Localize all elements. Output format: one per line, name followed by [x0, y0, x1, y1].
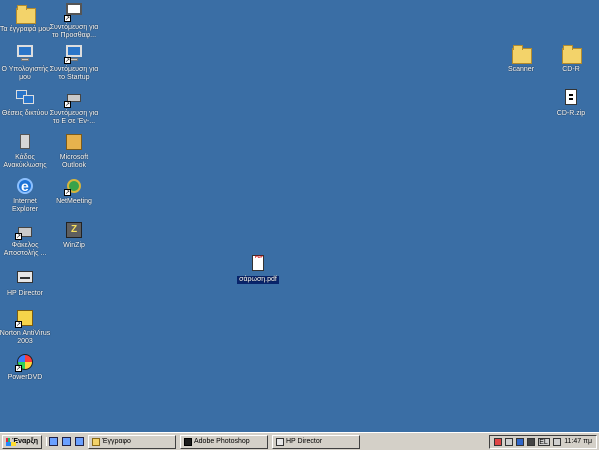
tray-icon[interactable]: [494, 437, 503, 446]
task-label: Έγγραφο: [102, 438, 131, 445]
norton-icon: [15, 308, 35, 328]
tray-icon[interactable]: [516, 437, 525, 446]
task-button-hp-director[interactable]: HP Director: [272, 434, 360, 449]
icon-label: Ο Υπολογιστής μου: [1, 66, 49, 81]
clock: 11:47 πμ: [564, 438, 592, 445]
icon-label: NetMeeting: [56, 198, 92, 205]
icon-label: Συντόμευση για το Προσθαφ...: [49, 24, 99, 39]
cdr-folder-icon[interactable]: CD-R: [541, 44, 599, 74]
volume-icon[interactable]: [553, 437, 562, 446]
icon-label: HP Director: [6, 290, 44, 297]
netmeeting-icon-graphic: [64, 176, 84, 196]
icon-label: Κάδος Ανακύκλωσης: [3, 154, 47, 169]
icon-label: Microsoft Outlook: [59, 154, 89, 169]
dvd-icon: [15, 352, 35, 372]
icon-label: Τα έγγραφά μου: [0, 26, 50, 33]
desktop-icon[interactable]: [49, 437, 58, 446]
tray-icon[interactable]: [527, 437, 536, 446]
icon-label: Θέσεις δικτύου: [1, 110, 49, 117]
icon-label: CD-R: [562, 66, 580, 73]
icon-label: Συντόμευση για το Startup: [49, 66, 99, 81]
icon-label: σάρωση.pdf: [237, 276, 279, 284]
cdr-zip-icon[interactable]: CD-R.zip: [541, 88, 599, 118]
powerdvd-icon[interactable]: PowerDVD: [0, 352, 55, 382]
icon-label: Scanner: [507, 66, 535, 73]
shortcut-e-icon[interactable]: Συντόμευση για το Ε σε 'Εν-...: [44, 88, 104, 126]
network-icon: [15, 88, 35, 108]
photoshop-icon: [184, 437, 192, 446]
zip-file-icon: [561, 88, 581, 108]
netmeeting-icon[interactable]: NetMeeting: [44, 176, 104, 206]
quick-launch: [46, 437, 84, 446]
icon-label: PowerDVD: [7, 374, 43, 381]
icon-label: Συντόμευση για το Ε σε 'Εν-...: [49, 110, 99, 125]
control-panel-icon: [64, 2, 84, 22]
icon-label: Norton AntiVirus 2003: [0, 330, 51, 345]
icon-label: Φάκελος Αποστολής ...: [3, 242, 47, 257]
norton-antivirus-icon[interactable]: Norton AntiVirus 2003: [0, 308, 55, 346]
hp-director-icon[interactable]: HP Director: [0, 268, 55, 298]
computer-icon: [15, 44, 35, 64]
winzip-icon-graphic: [64, 220, 84, 240]
task-label: Adobe Photoshop: [194, 438, 250, 445]
outlook-icon-graphic: [64, 132, 84, 152]
winzip-icon[interactable]: WinZip: [44, 220, 104, 250]
task-label: HP Director: [286, 438, 323, 445]
ie-quick-launch-icon[interactable]: [62, 437, 71, 446]
tray-icon[interactable]: [505, 437, 514, 446]
hp-icon: [276, 437, 284, 446]
outbox-icon: [15, 220, 35, 240]
shortcut-startup-icon[interactable]: Συντόμευση για το Startup: [44, 44, 104, 82]
task-button-photoshop[interactable]: Adobe Photoshop: [180, 434, 268, 449]
language-indicator[interactable]: EL: [538, 437, 551, 446]
hp-icon: [15, 268, 35, 288]
shortcut-protect-icon[interactable]: Συντόμευση για το Προσθαφ...: [44, 2, 104, 40]
desktop: Τα έγγραφά μου Ο Υπολογιστής μου Θέσεις …: [0, 0, 599, 432]
icon-label: CD-R.zip: [556, 110, 586, 117]
system-tray: EL 11:47 πμ: [489, 434, 597, 449]
task-button-documents[interactable]: Έγγραφο: [88, 434, 176, 449]
pdf-file-icon[interactable]: σάρωση.pdf: [228, 254, 288, 284]
taskbar: Έναρξη Έγγραφο Adobe Photoshop HP Direct…: [0, 432, 599, 450]
ie-icon: [15, 176, 35, 196]
windows-logo-icon: [6, 437, 17, 446]
icon-label: Internet Explorer: [11, 198, 39, 213]
folder-icon: [511, 44, 532, 64]
drive-icon: [64, 88, 84, 108]
language-label: EL: [539, 438, 548, 446]
folder-icon: [561, 44, 582, 64]
task-buttons: Έγγραφο Adobe Photoshop HP Director: [88, 434, 360, 449]
start-button[interactable]: Έναρξη: [2, 434, 42, 449]
outlook-quick-launch-icon[interactable]: [75, 437, 84, 446]
recycle-bin-icon-graphic: [15, 132, 35, 152]
startup-icon: [64, 44, 84, 64]
folder-icon: [15, 4, 36, 24]
pdf-icon: [248, 254, 268, 274]
icon-label: WinZip: [63, 242, 85, 249]
outlook-icon[interactable]: Microsoft Outlook: [44, 132, 104, 170]
folder-icon: [92, 437, 100, 446]
